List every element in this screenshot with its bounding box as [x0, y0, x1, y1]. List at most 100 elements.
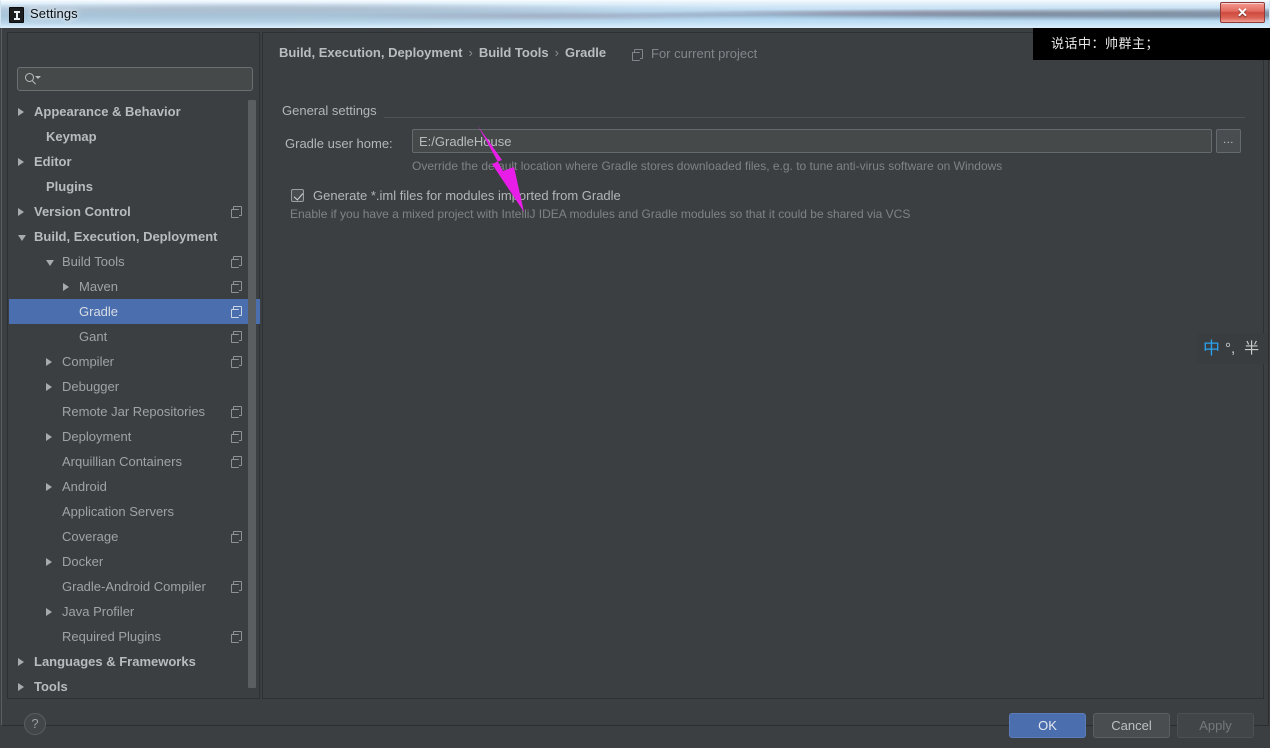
sidebar-item-compiler[interactable]: Compiler: [9, 349, 260, 374]
sidebar-item-docker[interactable]: Docker: [9, 549, 260, 574]
sidebar-item-label: Appearance & Behavior: [34, 104, 181, 119]
chevron-right-icon[interactable]: [18, 158, 24, 166]
settings-content-panel: Build, Execution, Deployment › Build Tools…: [262, 32, 1264, 699]
sidebar-item-coverage[interactable]: Coverage: [9, 524, 260, 549]
generate-iml-checkbox[interactable]: [291, 189, 304, 202]
sidebar-item-plugins[interactable]: Plugins: [9, 174, 260, 199]
close-button[interactable]: ✕: [1220, 2, 1265, 23]
sidebar-item-editor[interactable]: Editor: [9, 149, 260, 174]
copy-settings-icon[interactable]: [231, 531, 242, 543]
sidebar-item-version-control[interactable]: Version Control: [9, 199, 260, 224]
scope-label: For current project: [651, 46, 758, 61]
chevron-right-icon[interactable]: [46, 358, 52, 366]
search-box[interactable]: [17, 67, 253, 91]
sidebar-item-build-execution-deployment[interactable]: Build, Execution, Deployment: [9, 224, 260, 249]
chevron-right-icon[interactable]: [46, 558, 52, 566]
copy-settings-icon[interactable]: [231, 331, 242, 343]
copy-settings-icon[interactable]: [231, 431, 242, 443]
sidebar-item-gant[interactable]: Gant: [9, 324, 260, 349]
gradle-user-home-label: Gradle user home:: [285, 136, 393, 151]
sidebar-item-label: Gant: [79, 329, 108, 344]
sidebar-item-label: Maven: [79, 279, 119, 294]
chevron-right-icon[interactable]: [46, 483, 52, 491]
sidebar-item-gradle[interactable]: Gradle: [9, 299, 260, 324]
settings-tree[interactable]: Appearance & Behavior Keymap Editor Plugins…: [9, 99, 260, 699]
sidebar-item-tools[interactable]: Tools: [9, 674, 260, 699]
chevron-right-icon[interactable]: [46, 608, 52, 616]
search-icon: [25, 73, 41, 86]
sidebar-item-label: Required Plugins: [62, 629, 162, 644]
sidebar-item-maven[interactable]: Maven: [9, 274, 260, 299]
group-divider: [282, 117, 1245, 118]
question-mark-icon: ?: [31, 716, 39, 731]
ime-halfwidth-icon[interactable]: 半: [1244, 333, 1259, 364]
copy-settings-icon[interactable]: [231, 256, 242, 268]
breadcrumb: Build, Execution, Deployment › Build Tools…: [279, 45, 606, 60]
sidebar-item-label: Plugins: [46, 179, 93, 194]
sidebar-item-label: Android: [62, 479, 107, 494]
sidebar-item-label: Build, Execution, Deployment: [34, 229, 218, 244]
copy-settings-icon[interactable]: [231, 456, 242, 468]
settings-sidebar: Appearance & Behavior Keymap Editor Plugins…: [7, 32, 260, 699]
dialog-footer: ? OK Cancel Apply: [7, 703, 1264, 748]
sidebar-item-remote-jar-repositories[interactable]: Remote Jar Repositories: [9, 399, 260, 424]
sidebar-item-appearance-behavior[interactable]: Appearance & Behavior: [9, 99, 260, 124]
chevron-right-icon[interactable]: [18, 208, 24, 216]
generate-iml-label: Generate *.iml files for modules importe…: [313, 188, 621, 203]
copy-settings-icon[interactable]: [231, 356, 242, 368]
chevron-down-icon[interactable]: [46, 260, 54, 266]
sidebar-item-label: Build Tools: [62, 254, 125, 269]
chevron-right-icon[interactable]: [46, 433, 52, 441]
ime-floating-toolbar[interactable]: 中 °, 半: [1197, 333, 1269, 364]
sidebar-item-deployment[interactable]: Deployment: [9, 424, 260, 449]
ime-chinese-mode-icon[interactable]: 中: [1203, 333, 1220, 364]
sidebar-item-android[interactable]: Android: [9, 474, 260, 499]
sidebar-item-build-tools[interactable]: Build Tools: [9, 249, 260, 274]
sidebar-item-label: Gradle-Android Compiler: [62, 579, 206, 594]
gradle-user-home-input[interactable]: [412, 129, 1212, 153]
ime-punctuation-icon[interactable]: °,: [1225, 333, 1235, 364]
chevron-right-icon[interactable]: [18, 658, 24, 666]
settings-dialog-body: Appearance & Behavior Keymap Editor Plugins…: [1, 28, 1269, 738]
chevron-right-icon[interactable]: [63, 283, 69, 291]
sidebar-item-keymap[interactable]: Keymap: [9, 124, 260, 149]
window-titlebar[interactable]: Settings ✕: [0, 0, 1270, 28]
sidebar-item-debugger[interactable]: Debugger: [9, 374, 260, 399]
copy-settings-icon[interactable]: [231, 631, 242, 643]
sidebar-item-gradle-android-compiler[interactable]: Gradle-Android Compiler: [9, 574, 260, 599]
sidebar-item-java-profiler[interactable]: Java Profiler: [9, 599, 260, 624]
sidebar-scrollbar-thumb[interactable]: [248, 100, 256, 688]
breadcrumb-separator-1: ›: [468, 45, 473, 60]
chevron-right-icon[interactable]: [18, 108, 24, 116]
search-input[interactable]: [42, 69, 247, 89]
chevron-down-icon[interactable]: [18, 235, 26, 241]
help-button[interactable]: ?: [24, 713, 46, 735]
sidebar-item-application-servers[interactable]: Application Servers: [9, 499, 260, 524]
aero-glass-effect: [1, 1, 1269, 28]
cancel-button[interactable]: Cancel: [1093, 713, 1170, 738]
breadcrumb-item-2[interactable]: Build Tools: [479, 45, 549, 60]
breadcrumb-item-3[interactable]: Gradle: [565, 45, 606, 60]
chat-speaking-tooltip: 说话中：帅群主；: [1033, 28, 1270, 60]
sidebar-item-required-plugins[interactable]: Required Plugins: [9, 624, 260, 649]
copy-settings-icon[interactable]: [231, 206, 242, 218]
chevron-right-icon[interactable]: [46, 383, 52, 391]
copy-settings-icon[interactable]: [231, 581, 242, 593]
chevron-right-icon[interactable]: [18, 683, 24, 691]
sidebar-item-label: Languages & Frameworks: [34, 654, 196, 669]
browse-button[interactable]: ...: [1216, 129, 1241, 153]
copy-settings-icon[interactable]: [231, 281, 242, 293]
intellij-idea-icon: [9, 7, 24, 23]
breadcrumb-item-1[interactable]: Build, Execution, Deployment: [279, 45, 462, 60]
ok-button[interactable]: OK: [1009, 713, 1086, 738]
sidebar-item-arquillian-containers[interactable]: Arquillian Containers: [9, 449, 260, 474]
sidebar-item-label: Java Profiler: [62, 604, 135, 619]
apply-button: Apply: [1177, 713, 1254, 738]
gradle-user-home-hint: Override the default location where Grad…: [412, 159, 1003, 173]
sidebar-item-languages-frameworks[interactable]: Languages & Frameworks: [9, 649, 260, 674]
sidebar-scrollbar[interactable]: [247, 99, 257, 699]
copy-settings-icon[interactable]: [231, 406, 242, 418]
scope-indicator[interactable]: For current project: [632, 46, 758, 61]
close-icon: ✕: [1237, 5, 1248, 20]
copy-settings-icon[interactable]: [231, 306, 242, 318]
